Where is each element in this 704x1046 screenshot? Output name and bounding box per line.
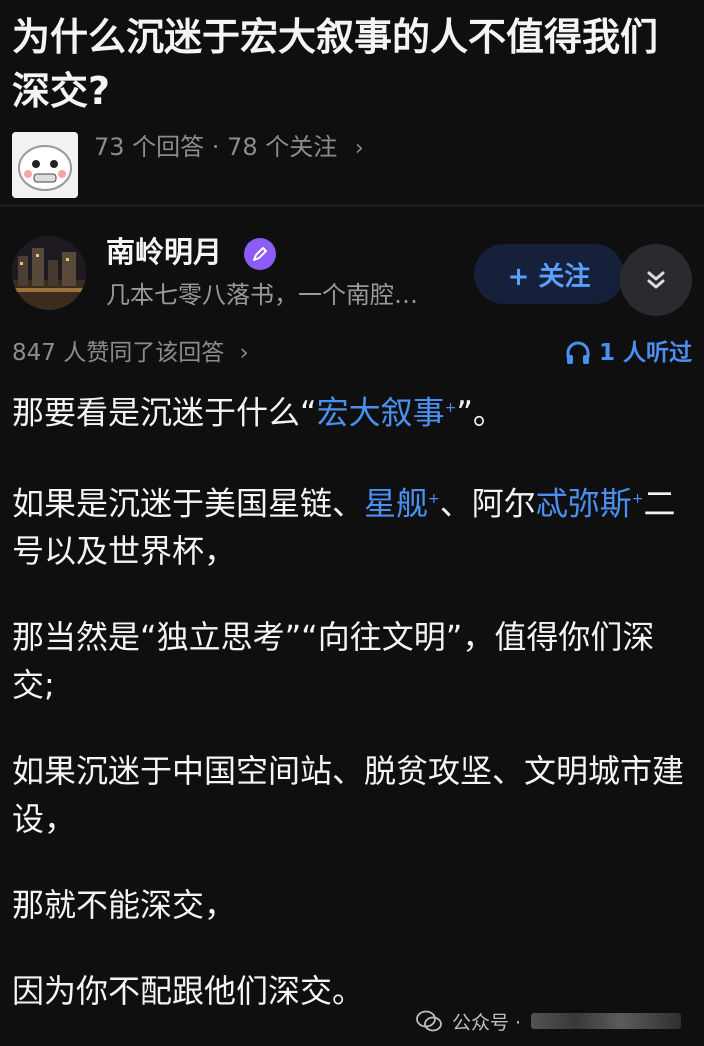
likes-link[interactable]: 847 人赞同了该回答 › (12, 336, 249, 370)
author-row: 南岭明月 几本七零八落书，一个南腔… + 关注 (12, 228, 692, 318)
chevron-right-icon: › (354, 136, 364, 161)
author-bio[interactable]: 几本七零八落书，一个南腔… (106, 278, 476, 312)
follow-button[interactable]: + 关注 (474, 244, 624, 304)
question-stats-text: 73 个回答 · 78 个关注 (94, 133, 338, 161)
plus-icon: + (444, 400, 457, 416)
meme-face-icon (12, 132, 78, 198)
paragraph: 如果是沉迷于美国星链、星舰+、阿尔忒弥斯+二号以及世界杯， (12, 475, 692, 576)
wechat-icon (416, 1010, 442, 1032)
keyword-link[interactable]: 宏大叙事 (317, 394, 445, 432)
keyword-link[interactable]: 星舰 (364, 484, 428, 522)
listeners-link[interactable]: 1 人听过 (565, 336, 692, 370)
likes-text: 847 人赞同了该回答 (12, 340, 225, 366)
paragraph: 那当然是“独立思考”“向往文明”，值得你们深交; (12, 618, 655, 705)
keyword-link[interactable]: 忒弥斯 (536, 484, 632, 522)
listeners-text: 1 人听过 (598, 340, 692, 366)
paragraph: 那要看是沉迷于什么“宏大叙事+”。 (12, 384, 692, 437)
pen-badge-icon (244, 238, 276, 270)
author-name[interactable]: 南岭明月 (106, 232, 222, 272)
watermark-label: 公众号 · (452, 1011, 522, 1034)
question-stats[interactable]: 73 个回答 · 78 个关注 › (94, 130, 364, 166)
chevron-right-icon: › (239, 340, 249, 366)
divider (0, 204, 704, 207)
plus-icon: + (631, 490, 644, 507)
text-run: 如果是沉迷于美国星链、 (12, 484, 365, 523)
watermark: 公众号 · (416, 1004, 704, 1038)
question-meta[interactable]: 73 个回答 · 78 个关注 › (12, 130, 692, 202)
blurred-account-name (531, 1013, 682, 1029)
avatar[interactable] (12, 236, 86, 310)
text-run: 那要看是沉迷于什么“ (12, 393, 317, 432)
answer-stats: 847 人赞同了该回答 › 1 人听过 (12, 336, 692, 370)
text-run: 、阿尔 (439, 484, 536, 523)
headphones-icon (566, 341, 590, 364)
text-run: ”。 (456, 393, 505, 432)
city-night-avatar-icon (12, 236, 86, 310)
paragraph: 那就不能深交， (12, 886, 237, 925)
question-title[interactable]: 为什么沉迷于宏大叙事的人不值得我们深交? (12, 10, 692, 118)
question-thumbnail (12, 132, 78, 198)
plus-icon: + (428, 490, 440, 507)
answer-content: 那要看是沉迷于什么“宏大叙事+”。 如果是沉迷于美国星链、星舰+、阿尔忒弥斯+二… (12, 384, 692, 1015)
double-chevron-down-icon (647, 271, 665, 289)
paragraph: 如果沉迷于中国空间站、脱贫攻坚、文明城市建设， (12, 752, 685, 839)
expand-button[interactable] (620, 244, 692, 316)
